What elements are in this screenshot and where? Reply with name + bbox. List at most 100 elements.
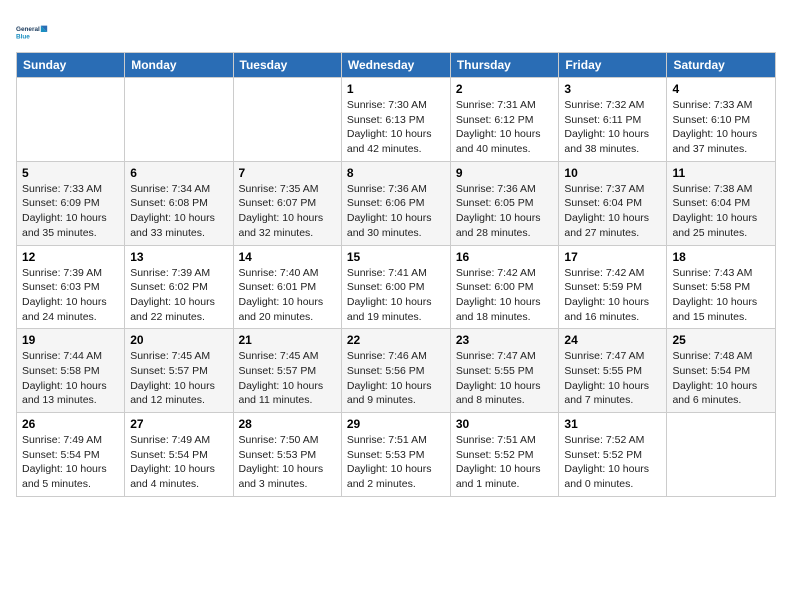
calendar-cell — [125, 78, 233, 162]
day-number: 20 — [130, 333, 227, 347]
calendar-cell: 11Sunrise: 7:38 AM Sunset: 6:04 PM Dayli… — [667, 161, 776, 245]
day-info: Sunrise: 7:52 AM Sunset: 5:52 PM Dayligh… — [564, 433, 661, 492]
calendar-week-row: 19 Sunrise: 7:44 AM Sunset: 5:58 PM Dayli… — [17, 329, 776, 413]
day-info: Sunrise: 7:50 AM Sunset: 5:53 PM Dayligh… — [239, 433, 336, 492]
day-number: 3 — [564, 82, 661, 96]
day-number: 1 — [347, 82, 445, 96]
day-number: 7 — [239, 166, 336, 180]
day-number: 15 — [347, 250, 445, 264]
day-info: Sunrise: 7:42 AM Sunset: 5:59 PM Dayligh… — [564, 266, 661, 325]
day-number: 2 — [456, 82, 554, 96]
calendar-cell: 22 Sunrise: 7:46 AM Sunset: 5:56 PM Dayli… — [341, 329, 450, 413]
calendar-cell: 26 Sunrise: 7:49 AM Sunset: 5:54 PM Dayli… — [17, 413, 125, 497]
day-number: 19 — [22, 333, 119, 347]
header-thursday: Thursday — [450, 53, 559, 78]
day-info: Sunrise: 7:42 AM Sunset: 6:00 PM Dayligh… — [456, 266, 554, 325]
day-number: 11 — [672, 166, 770, 180]
day-info: Sunrise: 7:32 AM Sunset: 6:11 PM Dayligh… — [564, 98, 661, 157]
calendar-cell: 31Sunrise: 7:52 AM Sunset: 5:52 PM Dayli… — [559, 413, 667, 497]
header-wednesday: Wednesday — [341, 53, 450, 78]
calendar-cell: 15 Sunrise: 7:41 AM Sunset: 6:00 PM Dayli… — [341, 245, 450, 329]
day-info: Sunrise: 7:39 AM Sunset: 6:02 PM Dayligh… — [130, 266, 227, 325]
day-info: Sunrise: 7:40 AM Sunset: 6:01 PM Dayligh… — [239, 266, 336, 325]
day-info: Sunrise: 7:36 AM Sunset: 6:05 PM Dayligh… — [456, 182, 554, 241]
calendar-cell: 24Sunrise: 7:47 AM Sunset: 5:55 PM Dayli… — [559, 329, 667, 413]
day-info: Sunrise: 7:39 AM Sunset: 6:03 PM Dayligh… — [22, 266, 119, 325]
header-tuesday: Tuesday — [233, 53, 341, 78]
calendar-cell: 6 Sunrise: 7:34 AM Sunset: 6:08 PM Daylig… — [125, 161, 233, 245]
day-info: Sunrise: 7:43 AM Sunset: 5:58 PM Dayligh… — [672, 266, 770, 325]
calendar-table: SundayMondayTuesdayWednesdayThursdayFrid… — [16, 52, 776, 497]
calendar-week-row: 26 Sunrise: 7:49 AM Sunset: 5:54 PM Dayli… — [17, 413, 776, 497]
calendar-cell: 23 Sunrise: 7:47 AM Sunset: 5:55 PM Dayli… — [450, 329, 559, 413]
calendar-cell: 5 Sunrise: 7:33 AM Sunset: 6:09 PM Daylig… — [17, 161, 125, 245]
day-info: Sunrise: 7:35 AM Sunset: 6:07 PM Dayligh… — [239, 182, 336, 241]
header-saturday: Saturday — [667, 53, 776, 78]
svg-text:General: General — [16, 26, 40, 33]
day-info: Sunrise: 7:45 AM Sunset: 5:57 PM Dayligh… — [239, 349, 336, 408]
calendar-cell: 3 Sunrise: 7:32 AM Sunset: 6:11 PM Daylig… — [559, 78, 667, 162]
day-number: 5 — [22, 166, 119, 180]
calendar-cell: 29Sunrise: 7:51 AM Sunset: 5:53 PM Dayli… — [341, 413, 450, 497]
calendar-cell: 13 Sunrise: 7:39 AM Sunset: 6:02 PM Dayli… — [125, 245, 233, 329]
day-number: 17 — [564, 250, 661, 264]
calendar-cell: 25Sunrise: 7:48 AM Sunset: 5:54 PM Dayli… — [667, 329, 776, 413]
day-info: Sunrise: 7:47 AM Sunset: 5:55 PM Dayligh… — [456, 349, 554, 408]
day-info: Sunrise: 7:41 AM Sunset: 6:00 PM Dayligh… — [347, 266, 445, 325]
day-info: Sunrise: 7:33 AM Sunset: 6:09 PM Dayligh… — [22, 182, 119, 241]
calendar-cell: 16Sunrise: 7:42 AM Sunset: 6:00 PM Dayli… — [450, 245, 559, 329]
day-info: Sunrise: 7:31 AM Sunset: 6:12 PM Dayligh… — [456, 98, 554, 157]
day-number: 23 — [456, 333, 554, 347]
day-info: Sunrise: 7:34 AM Sunset: 6:08 PM Dayligh… — [130, 182, 227, 241]
day-info: Sunrise: 7:37 AM Sunset: 6:04 PM Dayligh… — [564, 182, 661, 241]
day-info: Sunrise: 7:51 AM Sunset: 5:52 PM Dayligh… — [456, 433, 554, 492]
day-info: Sunrise: 7:51 AM Sunset: 5:53 PM Dayligh… — [347, 433, 445, 492]
calendar-cell: 2 Sunrise: 7:31 AM Sunset: 6:12 PM Daylig… — [450, 78, 559, 162]
day-number: 4 — [672, 82, 770, 96]
header-friday: Friday — [559, 53, 667, 78]
day-number: 14 — [239, 250, 336, 264]
day-info: Sunrise: 7:48 AM Sunset: 5:54 PM Dayligh… — [672, 349, 770, 408]
calendar-cell: 4 Sunrise: 7:33 AM Sunset: 6:10 PM Daylig… — [667, 78, 776, 162]
day-info: Sunrise: 7:44 AM Sunset: 5:58 PM Dayligh… — [22, 349, 119, 408]
day-info: Sunrise: 7:49 AM Sunset: 5:54 PM Dayligh… — [130, 433, 227, 492]
logo: GeneralBlue — [16, 16, 48, 48]
day-number: 6 — [130, 166, 227, 180]
calendar-cell: 1 Sunrise: 7:30 AM Sunset: 6:13 PM Daylig… — [341, 78, 450, 162]
day-number: 13 — [130, 250, 227, 264]
calendar-cell: 18Sunrise: 7:43 AM Sunset: 5:58 PM Dayli… — [667, 245, 776, 329]
day-info: Sunrise: 7:46 AM Sunset: 5:56 PM Dayligh… — [347, 349, 445, 408]
day-info: Sunrise: 7:45 AM Sunset: 5:57 PM Dayligh… — [130, 349, 227, 408]
calendar-cell: 12Sunrise: 7:39 AM Sunset: 6:03 PM Dayli… — [17, 245, 125, 329]
calendar-cell: 27 Sunrise: 7:49 AM Sunset: 5:54 PM Dayli… — [125, 413, 233, 497]
header-sunday: Sunday — [17, 53, 125, 78]
calendar-cell: 10 Sunrise: 7:37 AM Sunset: 6:04 PM Dayli… — [559, 161, 667, 245]
day-number: 8 — [347, 166, 445, 180]
day-info: Sunrise: 7:47 AM Sunset: 5:55 PM Dayligh… — [564, 349, 661, 408]
page-header: GeneralBlue — [16, 16, 776, 48]
calendar-cell: 17 Sunrise: 7:42 AM Sunset: 5:59 PM Dayli… — [559, 245, 667, 329]
day-number: 22 — [347, 333, 445, 347]
calendar-cell: 20 Sunrise: 7:45 AM Sunset: 5:57 PM Dayli… — [125, 329, 233, 413]
calendar-cell: 19 Sunrise: 7:44 AM Sunset: 5:58 PM Dayli… — [17, 329, 125, 413]
header-monday: Monday — [125, 53, 233, 78]
calendar-week-row: 1 Sunrise: 7:30 AM Sunset: 6:13 PM Daylig… — [17, 78, 776, 162]
day-info: Sunrise: 7:49 AM Sunset: 5:54 PM Dayligh… — [22, 433, 119, 492]
calendar-cell: 9Sunrise: 7:36 AM Sunset: 6:05 PM Daylig… — [450, 161, 559, 245]
svg-text:Blue: Blue — [16, 33, 30, 40]
day-number: 26 — [22, 417, 119, 431]
calendar-cell — [17, 78, 125, 162]
day-number: 30 — [456, 417, 554, 431]
calendar-week-row: 12Sunrise: 7:39 AM Sunset: 6:03 PM Dayli… — [17, 245, 776, 329]
calendar-cell — [667, 413, 776, 497]
calendar-cell: 7 Sunrise: 7:35 AM Sunset: 6:07 PM Daylig… — [233, 161, 341, 245]
calendar-cell: 8Sunrise: 7:36 AM Sunset: 6:06 PM Daylig… — [341, 161, 450, 245]
day-info: Sunrise: 7:30 AM Sunset: 6:13 PM Dayligh… — [347, 98, 445, 157]
calendar-cell: 30 Sunrise: 7:51 AM Sunset: 5:52 PM Dayli… — [450, 413, 559, 497]
calendar-cell: 28Sunrise: 7:50 AM Sunset: 5:53 PM Dayli… — [233, 413, 341, 497]
day-number: 10 — [564, 166, 661, 180]
day-number: 27 — [130, 417, 227, 431]
day-info: Sunrise: 7:33 AM Sunset: 6:10 PM Dayligh… — [672, 98, 770, 157]
calendar-cell: 14 Sunrise: 7:40 AM Sunset: 6:01 PM Dayli… — [233, 245, 341, 329]
calendar-header-row: SundayMondayTuesdayWednesdayThursdayFrid… — [17, 53, 776, 78]
